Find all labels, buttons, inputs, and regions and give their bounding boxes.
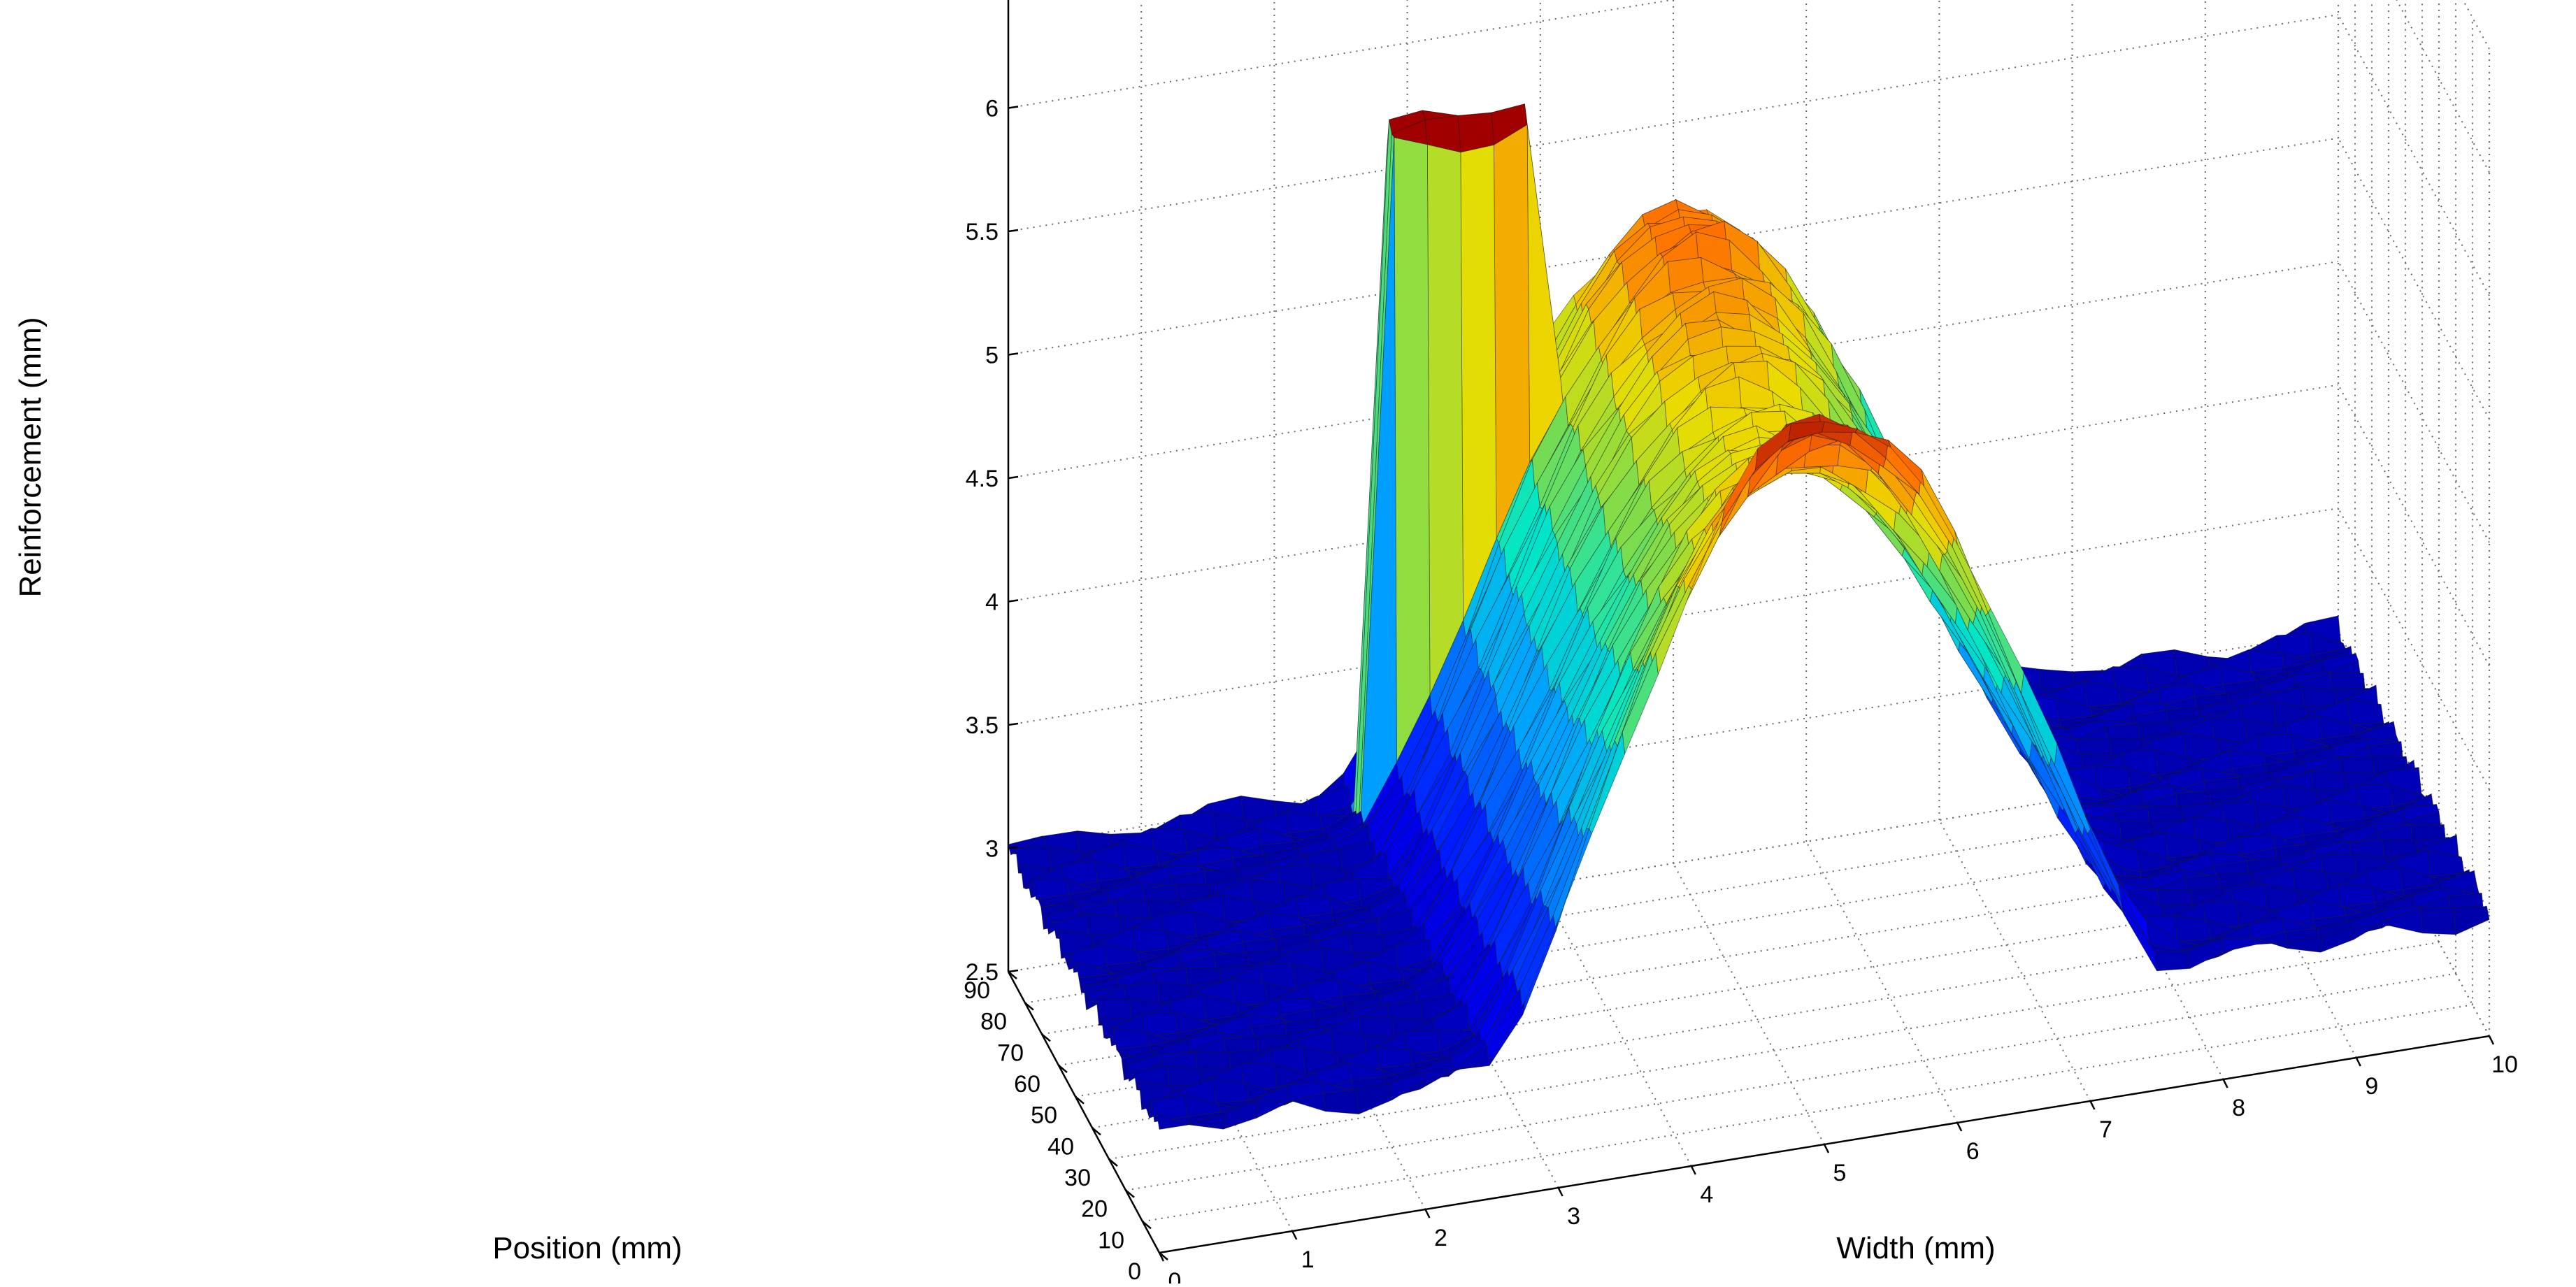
wall-grid-z-right — [2396, 0, 2490, 173]
y-tick-label: 9 — [2365, 1073, 2378, 1100]
x-tick-label: 30 — [1064, 1165, 1091, 1191]
wall-grid-z-right — [2338, 14, 2490, 296]
y-tick-label: 6 — [1966, 1138, 1980, 1165]
y-tick-mark — [1424, 1209, 1431, 1218]
x-axis-label: Position (mm) — [492, 1231, 682, 1265]
surface-facet — [2094, 765, 2131, 791]
floor-grid-y — [1938, 819, 2091, 1102]
surface-facet — [1231, 978, 1268, 1007]
surface-facet — [1394, 137, 1431, 763]
x-tick-label: 60 — [1014, 1071, 1040, 1098]
z-tick-mark — [1008, 599, 1019, 603]
wall-grid-z-right — [2462, 0, 2490, 50]
z-tick-label: 4.5 — [966, 466, 999, 492]
y-tick-mark — [2355, 1057, 2361, 1067]
y-tick-label: 0 — [1168, 1268, 1182, 1284]
y-tick-mark — [2089, 1100, 2096, 1110]
z-axis-label: Reinforcement (mm) — [13, 317, 48, 598]
z-tick-label: 6 — [985, 96, 999, 122]
x-tick-label: 20 — [1081, 1196, 1108, 1223]
wall-grid-z-left — [1008, 0, 1676, 109]
surface-facet — [2154, 950, 2191, 972]
y-tick-label: 2 — [1434, 1225, 1447, 1251]
surface-facet — [2356, 784, 2393, 810]
wall-grid-z-left — [1008, 14, 2339, 232]
y-tick-label: 4 — [1700, 1181, 1713, 1208]
y-tick-label: 3 — [1567, 1203, 1580, 1230]
surface-facet — [1426, 144, 1464, 696]
chart-canvas: 2.533.544.555.566.5010203040506070809001… — [13, 0, 2518, 1287]
y-tick-label: 1 — [1301, 1246, 1315, 1273]
wall-grid-z-right — [2338, 384, 2490, 666]
surface-facet — [1322, 1089, 1359, 1115]
x-tick-label: 40 — [1047, 1133, 1074, 1160]
x-tick-label: 0 — [1128, 1258, 1141, 1284]
surface-facet — [2419, 907, 2456, 935]
z-tick-label: 3.5 — [966, 712, 999, 739]
z-tick-label: 5.5 — [966, 219, 999, 245]
surface-facet — [1256, 1100, 1293, 1119]
y-tick-mark — [1291, 1230, 1298, 1240]
surface-facet — [2453, 906, 2490, 935]
wall-grid-z-right — [2338, 261, 2490, 543]
surface-facet — [2220, 937, 2257, 952]
y-tick-label: 8 — [2232, 1095, 2245, 1121]
x-tick-label: 50 — [1031, 1102, 1057, 1129]
y-tick-mark — [2488, 1035, 2495, 1045]
z-tick-mark — [1008, 352, 1019, 356]
y-tick-mark — [1690, 1165, 1696, 1175]
y-tick-label: 7 — [2099, 1116, 2112, 1143]
z-tick-mark — [1008, 969, 1019, 973]
surface-plot: 2.533.544.555.566.5010203040506070809001… — [0, 0, 2576, 1287]
y-axis-label: Width (mm) — [1836, 1231, 1995, 1265]
z-tick-mark — [1008, 475, 1019, 480]
z-tick-mark — [1008, 229, 1019, 233]
floor-grid-y — [1539, 884, 1692, 1167]
z-tick-mark — [1008, 106, 1019, 109]
x-tick-label: 90 — [964, 977, 990, 1004]
x-tick-label: 10 — [1098, 1227, 1124, 1253]
surface-facet — [2428, 849, 2465, 877]
y-tick-mark — [1823, 1144, 1830, 1153]
y-tick-mark — [1557, 1187, 1564, 1197]
floor-grid-y — [1805, 841, 1959, 1123]
surface-facet — [2347, 699, 2384, 726]
y-tick-label: 10 — [2491, 1051, 2518, 1078]
z-tick-mark — [1008, 722, 1019, 726]
x-tick-label: 70 — [997, 1040, 1024, 1066]
y-tick-label: 5 — [1833, 1160, 1847, 1186]
surface-mesh — [1008, 103, 2490, 1130]
surface-facet — [1132, 928, 1169, 953]
surface-facet — [1460, 144, 1497, 621]
x-tick-label: 80 — [980, 1009, 1007, 1035]
surface-facet — [1360, 137, 1397, 825]
y-tick-mark — [2222, 1079, 2228, 1088]
floor-grid-y — [1673, 863, 1825, 1145]
wall-grid-z-right — [2338, 138, 2490, 419]
z-tick-label: 5 — [985, 343, 999, 369]
z-tick-label: 3 — [985, 836, 999, 863]
y-tick-mark — [1956, 1122, 1963, 1132]
z-tick-label: 4 — [985, 589, 999, 616]
